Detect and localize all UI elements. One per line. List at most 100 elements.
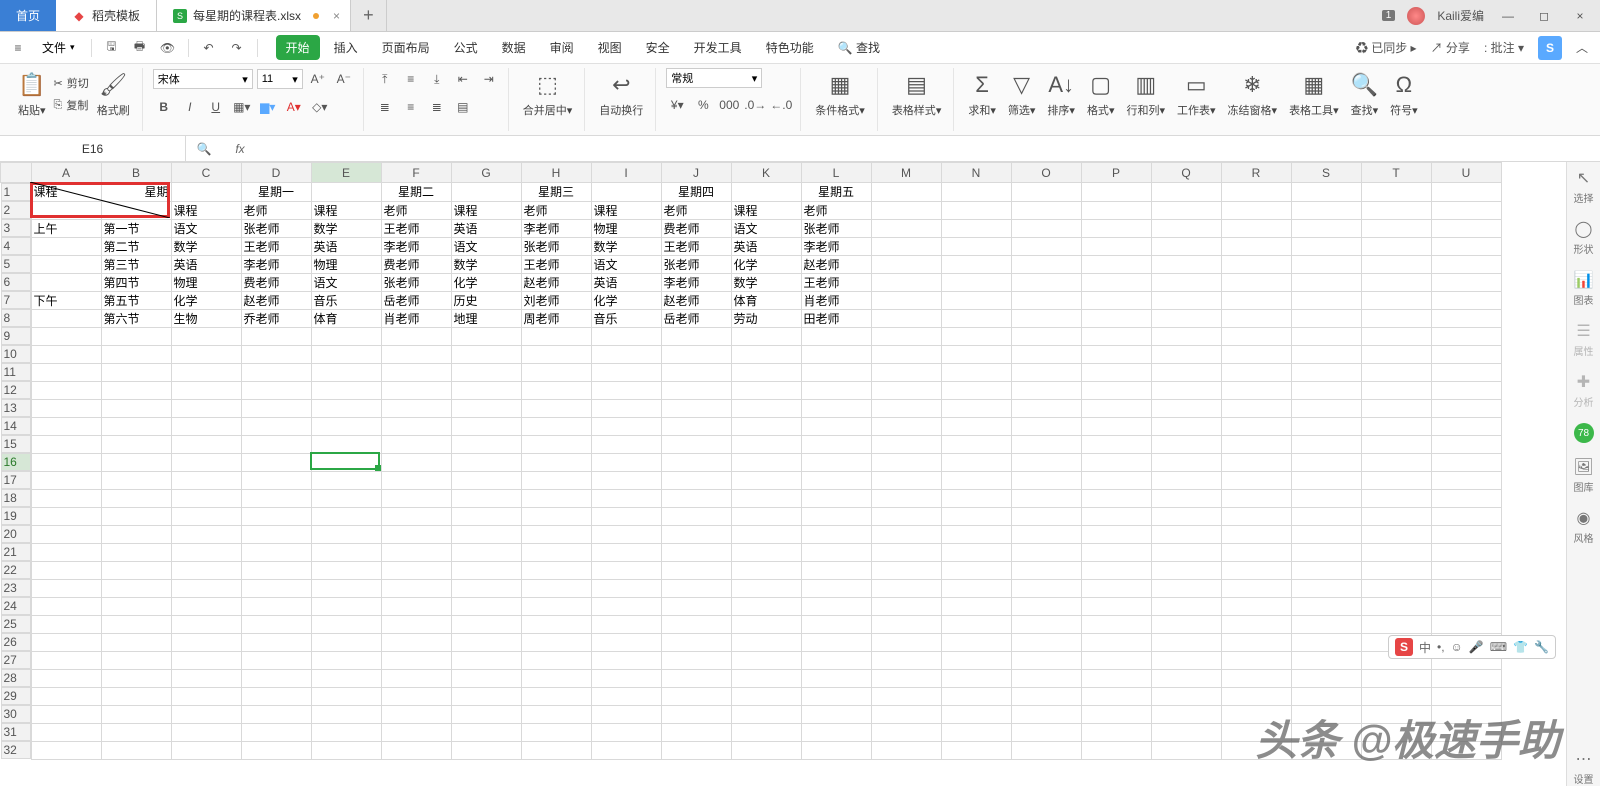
cell-G27[interactable] [451, 651, 521, 669]
cell-T21[interactable] [1361, 543, 1431, 561]
cell-D3[interactable]: 张老师 [241, 219, 311, 237]
cell-M9[interactable] [871, 327, 941, 345]
cell-Q7[interactable] [1151, 291, 1221, 309]
cell-I6[interactable]: 英语 [591, 273, 661, 291]
cell-C16[interactable] [171, 453, 241, 471]
notification-badge[interactable]: 1 [1382, 10, 1396, 21]
cell-G24[interactable] [451, 597, 521, 615]
cell-H32[interactable] [521, 741, 591, 759]
cell-A32[interactable] [31, 741, 101, 759]
cell-O8[interactable] [1011, 309, 1081, 327]
cell-G7[interactable]: 历史 [451, 291, 521, 309]
cell-D11[interactable] [241, 363, 311, 381]
cell-S14[interactable] [1291, 417, 1361, 435]
cell-K1[interactable] [731, 183, 801, 202]
cell-D4[interactable]: 王老师 [241, 237, 311, 255]
cell-C19[interactable] [171, 507, 241, 525]
cell-E20[interactable] [311, 525, 381, 543]
cell-B32[interactable] [101, 741, 171, 759]
cell-L24[interactable] [801, 597, 871, 615]
cell-D30[interactable] [241, 705, 311, 723]
cell-A1[interactable]: 课程 [31, 183, 101, 202]
cell-A5[interactable] [31, 255, 101, 273]
cell-U12[interactable] [1431, 381, 1501, 399]
cell-Q9[interactable] [1151, 327, 1221, 345]
cell-H16[interactable] [521, 453, 591, 471]
cell-A18[interactable] [31, 489, 101, 507]
cell-O27[interactable] [1011, 651, 1081, 669]
cell-S3[interactable] [1291, 219, 1361, 237]
cell-I19[interactable] [591, 507, 661, 525]
cell-B7[interactable]: 第五节 [101, 291, 171, 309]
cell-Q8[interactable] [1151, 309, 1221, 327]
cell-U20[interactable] [1431, 525, 1501, 543]
sidebar-select[interactable]: ↖选择 [1574, 168, 1594, 205]
cell-A10[interactable] [31, 345, 101, 363]
cell-F15[interactable] [381, 435, 451, 453]
cell-B19[interactable] [101, 507, 171, 525]
sum-button[interactable]: Σ求和▾ [964, 68, 1000, 120]
cell-P27[interactable] [1081, 651, 1151, 669]
cell-R21[interactable] [1221, 543, 1291, 561]
cell-J2[interactable]: 老师 [661, 201, 731, 219]
cell-T4[interactable] [1361, 237, 1431, 255]
font-color-icon[interactable]: A▾ [283, 96, 305, 118]
ribbon-tab-layout[interactable]: 页面布局 [372, 35, 440, 60]
cell-P19[interactable] [1081, 507, 1151, 525]
bold-icon[interactable]: B [153, 96, 175, 118]
font-combo[interactable]: 宋体▾ [153, 69, 253, 89]
cell-S1[interactable] [1291, 183, 1361, 202]
cell-K4[interactable]: 英语 [731, 237, 801, 255]
sidebar-prop[interactable]: ☰属性 [1574, 321, 1594, 358]
cell-P18[interactable] [1081, 489, 1151, 507]
cell-T10[interactable] [1361, 345, 1431, 363]
cell-K15[interactable] [731, 435, 801, 453]
cell-D17[interactable] [241, 471, 311, 489]
cell-M28[interactable] [871, 669, 941, 687]
cell-I25[interactable] [591, 615, 661, 633]
ime-punct-icon[interactable]: •, [1437, 640, 1445, 654]
cell-E29[interactable] [311, 687, 381, 705]
cell-O3[interactable] [1011, 219, 1081, 237]
cell-M4[interactable] [871, 237, 941, 255]
cell-U29[interactable] [1431, 687, 1501, 705]
cell-R8[interactable] [1221, 309, 1291, 327]
cell-D25[interactable] [241, 615, 311, 633]
cell-Q16[interactable] [1151, 453, 1221, 471]
sidebar-analysis[interactable]: ✚分析 [1574, 372, 1594, 409]
close-window-icon[interactable]: × [1568, 4, 1592, 28]
cell-Q20[interactable] [1151, 525, 1221, 543]
cell-P26[interactable] [1081, 633, 1151, 651]
cell-T9[interactable] [1361, 327, 1431, 345]
cell-I20[interactable] [591, 525, 661, 543]
cell-G14[interactable] [451, 417, 521, 435]
name-box[interactable]: E16 [0, 136, 186, 161]
cell-M26[interactable] [871, 633, 941, 651]
cell-G2[interactable]: 课程 [451, 201, 521, 219]
cell-F32[interactable] [381, 741, 451, 759]
cell-T16[interactable] [1361, 453, 1431, 471]
ribbon-tab-formula[interactable]: 公式 [444, 35, 488, 60]
cell-L26[interactable] [801, 633, 871, 651]
cell-H11[interactable] [521, 363, 591, 381]
cell-O26[interactable] [1011, 633, 1081, 651]
cell-I27[interactable] [591, 651, 661, 669]
cell-O32[interactable] [1011, 741, 1081, 759]
cell-E31[interactable] [311, 723, 381, 741]
cell-E15[interactable] [311, 435, 381, 453]
cell-Q5[interactable] [1151, 255, 1221, 273]
cell-T6[interactable] [1361, 273, 1431, 291]
cell-H5[interactable]: 王老师 [521, 255, 591, 273]
cell-B16[interactable] [101, 453, 171, 471]
cell-A31[interactable] [31, 723, 101, 741]
cell-R9[interactable] [1221, 327, 1291, 345]
cell-H19[interactable] [521, 507, 591, 525]
cell-K16[interactable] [731, 453, 801, 471]
cell-T25[interactable] [1361, 615, 1431, 633]
cell-U15[interactable] [1431, 435, 1501, 453]
cell-D13[interactable] [241, 399, 311, 417]
format-painter-button[interactable]: 🖌格式刷 [93, 68, 134, 120]
cell-U13[interactable] [1431, 399, 1501, 417]
cell-F29[interactable] [381, 687, 451, 705]
cell-N3[interactable] [941, 219, 1011, 237]
